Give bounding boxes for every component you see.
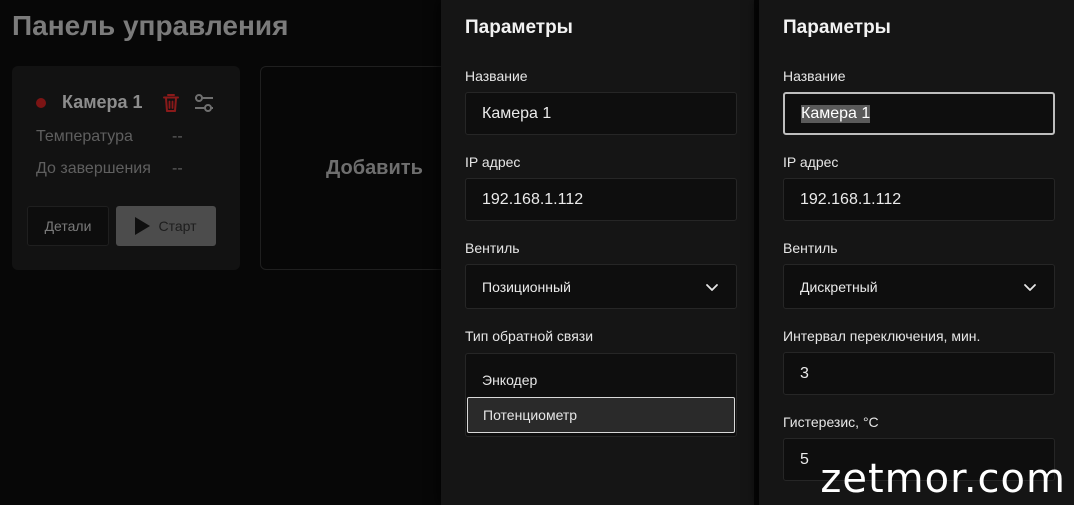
temperature-label: Температура [36,128,133,145]
valve-label: Вентиль [783,240,838,256]
name-field[interactable]: Камера 1 [783,92,1055,135]
details-button[interactable]: Детали [27,206,109,246]
ip-label: IP адрес [465,154,521,170]
interval-field[interactable]: 3 [783,352,1055,395]
sliders-icon [195,94,213,112]
chevron-down-icon [1024,283,1036,291]
dashboard: Панель управления Камера 1 Температура -… [0,0,450,505]
name-label: Название [465,68,528,84]
valve-select[interactable]: Дискретный [783,264,1055,309]
feedback-dropdown: Энкодер Потенциометр [465,353,737,437]
interval-label: Интервал переключения, мин. [783,328,981,344]
settings-panel-positional: Параметры Название Камера 1 IP адрес 192… [441,0,754,505]
name-field[interactable]: Камера 1 [465,92,737,135]
start-label: Старт [158,218,197,234]
panel-title: Параметры [783,17,891,38]
add-label: Добавить [326,157,423,179]
interval-value: 3 [800,364,809,382]
temperature-value: -- [172,128,183,145]
watermark: zetmor.com [820,456,1066,502]
dropdown-option-potentiometer[interactable]: Потенциометр [467,397,735,433]
feedback-label: Тип обратной связи [465,328,594,344]
remaining-value: -- [172,160,183,177]
ip-label: IP адрес [783,154,839,170]
screen: Панель управления Камера 1 Температура -… [0,0,1074,505]
ip-value: 192.168.1.112 [800,190,902,208]
ip-field[interactable]: 192.168.1.112 [783,178,1055,221]
remaining-label: До завершения [36,160,151,177]
camera-name: Камера 1 [62,92,143,112]
name-value: Камера 1 [482,104,552,122]
name-value: Камера 1 [801,104,871,123]
valve-select[interactable]: Позиционный [465,264,737,309]
panel-title: Параметры [465,17,573,38]
valve-label: Вентиль [465,240,520,256]
hysteresis-label: Гистерезис, °C [783,414,879,430]
play-icon [135,217,151,235]
name-label: Название [783,68,846,84]
start-button[interactable]: Старт [116,206,216,246]
camera-card: Камера 1 Температура -- До завершения --… [12,66,240,270]
valve-value: Позиционный [482,278,571,295]
status-indicator [36,98,46,108]
valve-value: Дискретный [800,278,878,295]
add-camera-card[interactable]: Добавить [260,66,450,270]
trash-icon [163,94,179,112]
ip-field[interactable]: 192.168.1.112 [465,178,737,221]
hysteresis-value: 5 [800,450,809,468]
page-title: Панель управления [12,10,289,41]
chevron-down-icon [706,283,718,291]
ip-value: 192.168.1.112 [482,190,584,208]
camera-settings-button[interactable] [192,91,216,115]
settings-panel-discrete: Параметры Название Камера 1 IP адрес 192… [759,0,1074,505]
delete-button[interactable] [159,91,183,115]
dropdown-option-encoder[interactable]: Энкодер [467,362,735,398]
